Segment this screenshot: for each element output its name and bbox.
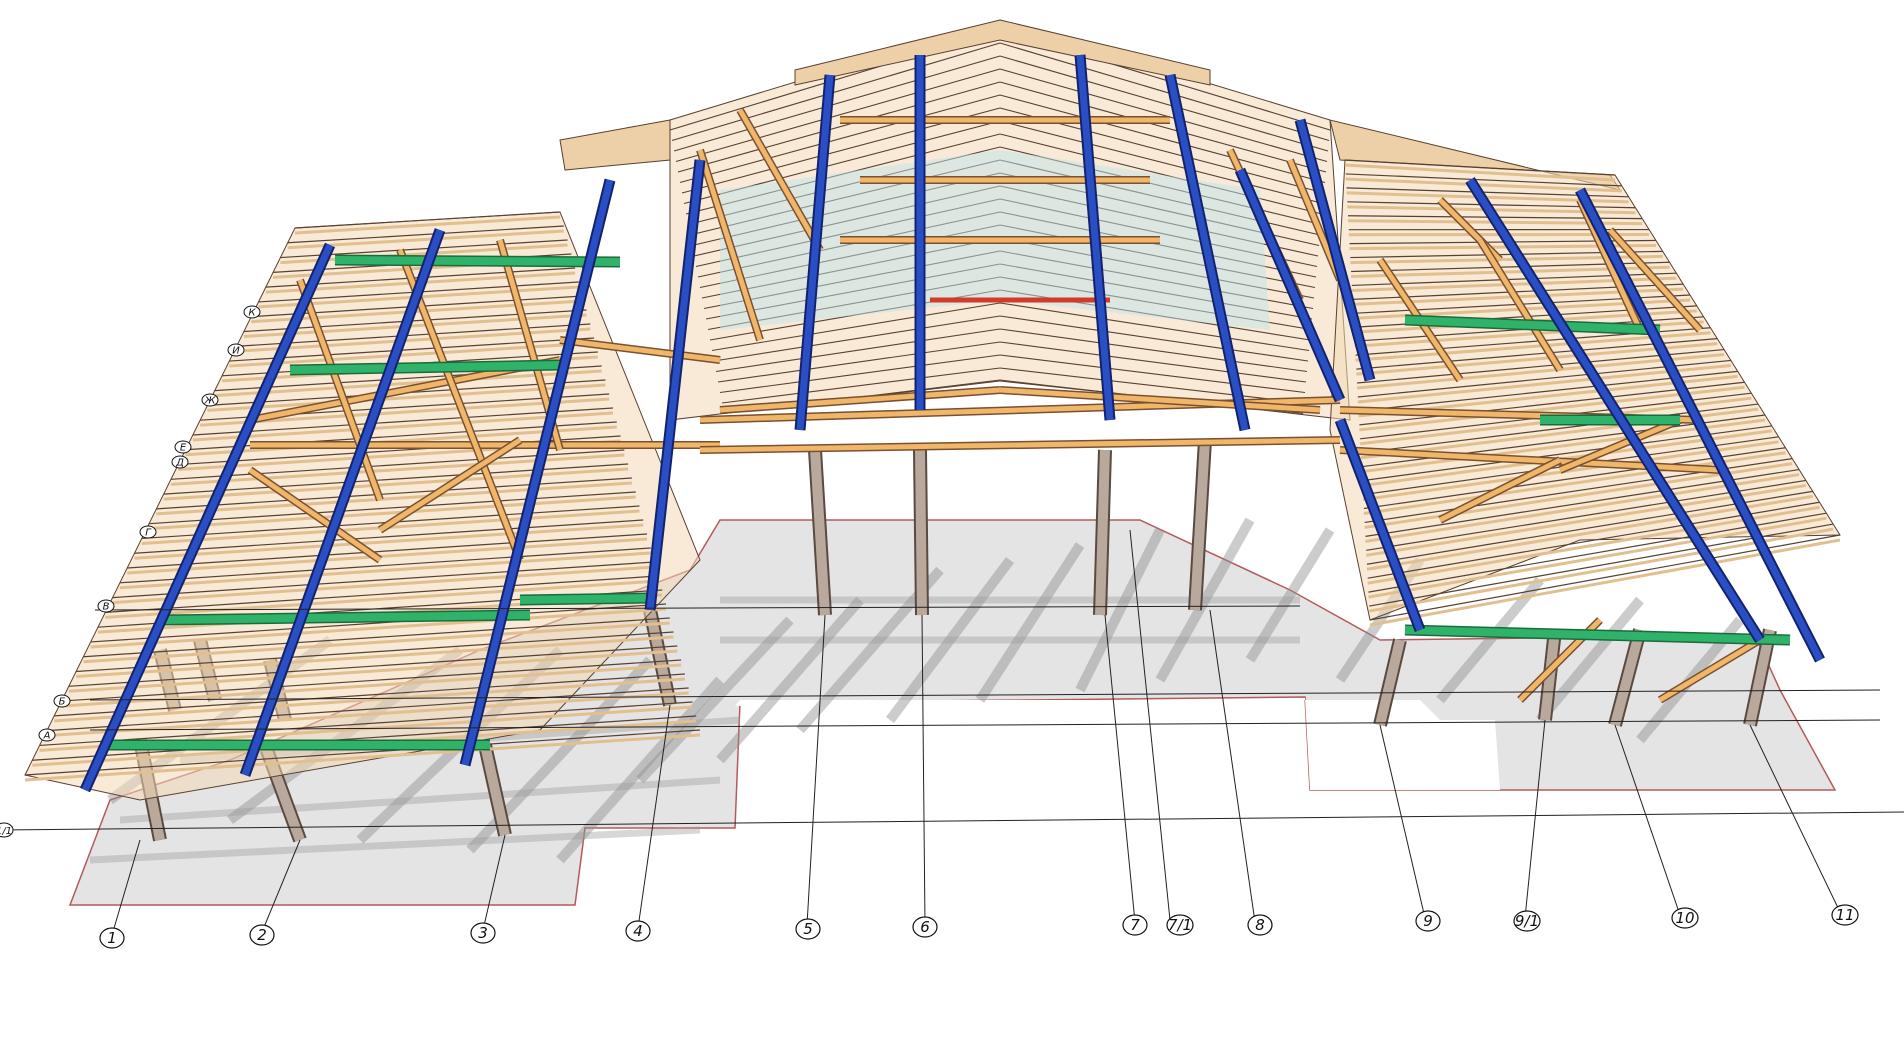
axis-marker-label: 3	[478, 924, 488, 942]
axis-marker-label: 5	[803, 920, 813, 938]
row-marker-6: Ж	[201, 393, 219, 407]
row-marker-4: Д	[171, 455, 189, 469]
axis-marker-8: 8	[1247, 914, 1273, 936]
green-beam	[334, 256, 621, 266]
axis-marker-label: 7/1	[1168, 916, 1192, 934]
axis-marker-label: 4	[633, 922, 643, 940]
row-marker-label: Б	[59, 697, 66, 708]
axis-marker-10: 10	[1671, 907, 1699, 929]
axis-marker-4: 4	[625, 920, 651, 942]
axis-marker-11: 11	[1831, 904, 1859, 926]
row-marker-1: Б	[53, 694, 71, 708]
axis-marker-label: 7	[1130, 916, 1140, 934]
axis-marker-5: 5	[795, 918, 821, 940]
row-marker-label: Е	[180, 443, 187, 454]
row-marker-label: А	[43, 731, 51, 742]
axis-marker-2: 2	[249, 924, 275, 946]
axis-marker-label: 1	[107, 929, 117, 947]
row-marker-8: К	[243, 305, 261, 319]
axis-marker-label: 2	[257, 926, 267, 944]
green-beam	[519, 594, 651, 604]
axis-marker-label: 9/1	[1515, 912, 1539, 930]
column	[915, 449, 927, 616]
axis-marker-7: 7	[1122, 914, 1148, 936]
green-beam	[289, 361, 561, 374]
row-marker-3: Г	[139, 525, 157, 539]
axis-marker-label: 10	[1675, 909, 1694, 927]
row-marker-2: В	[97, 599, 115, 613]
axis-marker-7-1: 7/1	[1166, 914, 1194, 936]
row-marker-edge: 1/1	[0, 822, 14, 838]
axis-marker-label: 9	[1423, 912, 1433, 930]
axis-marker-label: 8	[1255, 916, 1265, 934]
row-marker-5: Е	[174, 440, 192, 454]
axis-marker-3: 3	[470, 922, 496, 944]
row-marker-label: К	[248, 308, 256, 319]
row-marker-0: А	[38, 728, 56, 742]
axis-marker-label: 6	[920, 918, 930, 936]
left-step-roof	[559, 119, 671, 171]
axis-marker-9: 9	[1415, 910, 1441, 932]
row-marker-label: Ж	[204, 396, 217, 407]
axis-marker-label: 11	[1835, 906, 1854, 924]
row-marker-label: Д	[175, 458, 184, 469]
column-axis-markers: 1 2 3 4 5 6 7 7/1 8 9 9/1 10 11	[99, 904, 1859, 949]
axis-marker-9-1: 9/1	[1513, 910, 1541, 932]
row-marker-7: И	[227, 343, 245, 357]
row-marker-label: В	[103, 602, 110, 613]
structural-3d-model: 1 2 3 4 5 6 7 7/1 8 9 9/1 10 11 А Б В Г ДЕ Ж И К 1/1	[0, 19, 1904, 949]
green-beam	[159, 611, 531, 624]
column	[1095, 449, 1110, 616]
axis-marker-1: 1	[99, 927, 125, 949]
row-marker-label: И	[232, 346, 240, 357]
axis-marker-6: 6	[912, 916, 938, 938]
row-marker-label: 1/1	[0, 826, 12, 837]
